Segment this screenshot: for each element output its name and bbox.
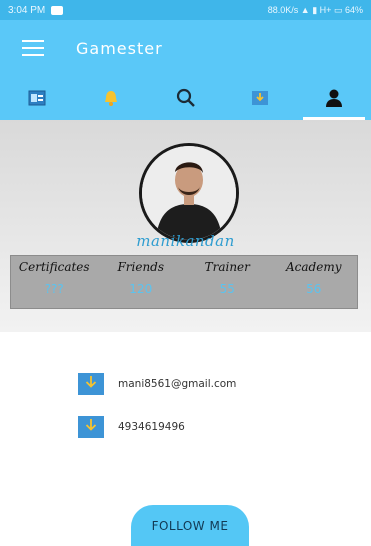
stat-trainer[interactable]: Trainer 55	[184, 256, 271, 308]
username: manikandan	[136, 232, 235, 250]
stat-label: Friends	[117, 260, 165, 274]
avatar[interactable]	[139, 143, 239, 243]
app-toolbar: Gamester	[0, 20, 371, 76]
follow-button[interactable]: FOLLOW ME	[131, 505, 249, 546]
tab-search[interactable]	[148, 76, 222, 120]
status-bar: 3:04 PM 88.0K/s ▲ ▮ H+ ▭ 64%	[0, 0, 371, 20]
tab-downloads[interactable]	[223, 76, 297, 120]
battery-level: 64%	[344, 4, 363, 15]
stats-panel: Certificates ??? Friends 120 Trainer 55 …	[10, 255, 358, 309]
search-icon	[176, 88, 195, 107]
email-row: mani8561@gmail.com	[78, 373, 236, 395]
menu-icon[interactable]	[22, 40, 44, 56]
stat-label: Certificates	[18, 260, 90, 274]
id-card-icon	[28, 90, 46, 106]
message-icon	[51, 5, 64, 15]
stat-value: 55	[219, 282, 235, 296]
profile-section: manikandan Certificates ??? Friends 120 …	[0, 120, 371, 332]
tab-bar	[0, 76, 371, 120]
stat-value: ???	[44, 282, 64, 296]
tab-notifications[interactable]	[74, 76, 148, 120]
status-time: 3:04 PM	[8, 4, 46, 16]
carrier-label: H+	[319, 4, 332, 15]
stat-value: 56	[306, 282, 322, 296]
stat-label: Trainer	[204, 260, 250, 274]
email-download-icon	[78, 373, 104, 395]
stat-value: 120	[129, 282, 153, 296]
tab-id-card[interactable]	[0, 76, 74, 120]
person-icon	[325, 89, 342, 107]
stat-academy[interactable]: Academy 56	[271, 256, 358, 308]
profile-photo	[142, 146, 236, 240]
stat-certificates[interactable]: Certificates ???	[11, 256, 98, 308]
app-title: Gamester	[76, 38, 163, 58]
phone-row: 4934619496	[78, 416, 185, 438]
stat-label: Academy	[286, 260, 342, 274]
network-speed: 88.0K/s	[267, 4, 299, 15]
bell-icon	[105, 91, 118, 106]
tab-profile[interactable]	[297, 76, 371, 120]
email-text: mani8561@gmail.com	[118, 378, 237, 390]
phone-download-icon	[78, 416, 104, 438]
signal-icon: ▲ ▮	[300, 4, 318, 15]
download-icon	[251, 91, 268, 105]
stat-friends[interactable]: Friends 120	[98, 256, 185, 308]
phone-text: 4934619496	[118, 421, 185, 433]
battery-icon: ▭	[333, 4, 343, 15]
status-indicators: 88.0K/s ▲ ▮ H+ ▭ 64%	[268, 5, 363, 16]
